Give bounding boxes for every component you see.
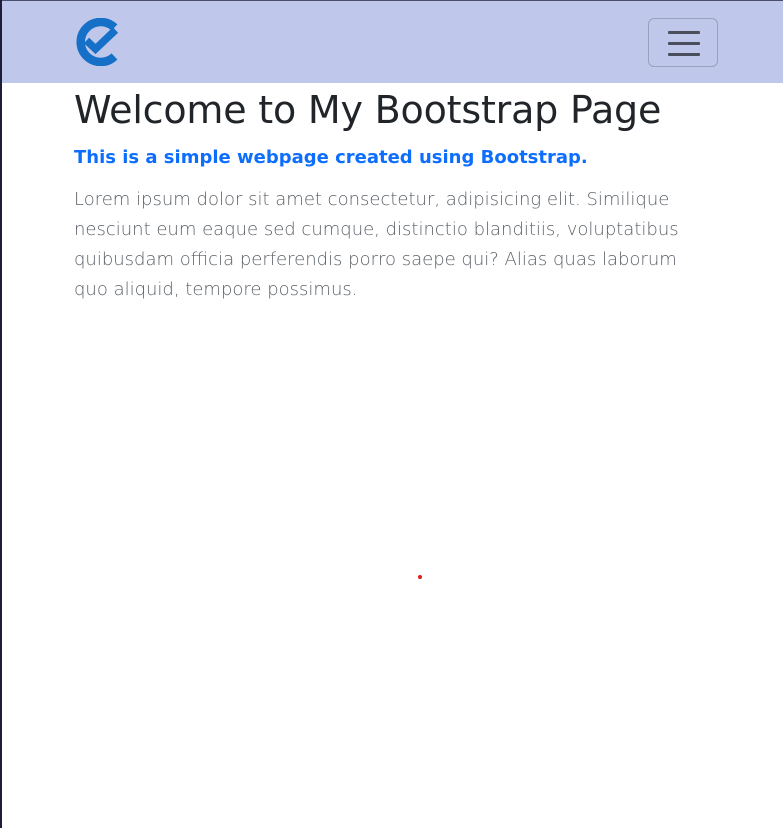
brand-logo[interactable] [74, 17, 122, 67]
page-subtitle: This is a simple webpage created using B… [74, 147, 588, 168]
page-title: Welcome to My Bootstrap Page [74, 88, 662, 132]
lead-paragraph: Lorem ipsum dolor sit amet consectetur, … [74, 189, 679, 300]
navbar [2, 0, 783, 83]
main-content: Welcome to My Bootstrap Page This is a s… [74, 83, 714, 305]
navbar-toggler-button[interactable] [648, 18, 718, 67]
mouse-pointer-dot [418, 575, 422, 579]
check-circle-logo-icon [76, 17, 119, 67]
